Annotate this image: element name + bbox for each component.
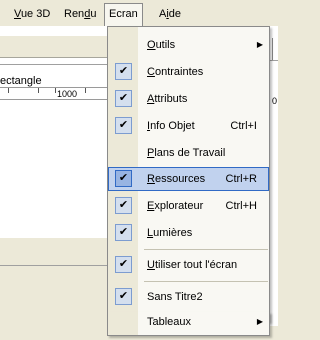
menu-gutter (108, 312, 138, 335)
right-canvas (270, 26, 278, 326)
menu-rendu[interactable]: Rendu (64, 6, 96, 22)
shortcut-label: Ctrl+H (225, 200, 257, 212)
menu-separator (144, 249, 268, 250)
checkmark-icon: ✔ (115, 288, 132, 305)
menu-item-label: Ressources (147, 173, 206, 185)
menu-item-tableaux-row[interactable]: Tableaux ▶ (107, 312, 270, 336)
lower-divider (0, 265, 108, 266)
ecran-dropdown-menu: Outils ▶ ✔ Contraintes ✔ Attributs ✔ Inf… (107, 26, 270, 322)
menu-item-plans-de-travail[interactable]: Plans de Travail (108, 141, 269, 165)
menu-item-label: Utiliser tout l'écran (147, 259, 238, 271)
menu-aide[interactable]: Aide (159, 6, 181, 22)
menu-ecran[interactable]: Ecran (104, 3, 143, 26)
checkmark-icon: ✔ (115, 197, 132, 214)
right-divider (270, 60, 278, 61)
menu-item-info-objet[interactable]: ✔ Info Objet Ctrl+I (108, 114, 269, 138)
menu-item-label: Sans Titre2 (147, 291, 203, 303)
menu-item-explorateur[interactable]: ✔ Explorateur Ctrl+H (108, 194, 269, 218)
ruler: 1000 (0, 87, 110, 100)
checkmark-icon: ✔ (115, 63, 132, 80)
tab-strip (0, 36, 110, 58)
ruler-label: 1000 (57, 89, 78, 99)
checkmark-icon: ✔ (115, 90, 132, 107)
divider (0, 64, 108, 65)
toolbar-area (0, 26, 108, 36)
right-edge (272, 38, 273, 60)
checkmark-icon: ✔ (115, 224, 132, 241)
menu-item-ressources[interactable]: ✔ Ressources Ctrl+R (108, 167, 269, 191)
menu-item-label: Contraintes (147, 66, 204, 78)
menu-item-label: Lumières (147, 227, 193, 239)
menu-separator (144, 281, 268, 282)
checkmark-icon: ✔ (115, 256, 132, 273)
submenu-arrow-icon: ▶ (256, 40, 263, 49)
submenu-arrow-icon: ▶ (256, 317, 263, 326)
menu-item-label: Outils (147, 39, 176, 51)
menu-item-label: Attributs (147, 93, 188, 105)
menu-item-outils[interactable]: Outils ▶ (108, 33, 269, 57)
menu-bar: Vue 3D Rendu Ecran Aide (0, 0, 278, 26)
checkmark-icon: ✔ (115, 170, 132, 187)
menu-item-lumieres[interactable]: ✔ Lumières (108, 221, 269, 245)
menu-item-label: Plans de Travail (147, 147, 226, 159)
rectangle-label: ectangle (0, 75, 42, 87)
menu-item-utiliser-tout-ecran[interactable]: ✔ Utiliser tout l'écran (108, 253, 269, 277)
menu-item-attributs[interactable]: ✔ Attributs (108, 87, 269, 111)
menu-item-label: Explorateur (147, 200, 204, 212)
ruler-label-right: 0 (272, 96, 278, 106)
menu-item-label: Tableaux (147, 316, 192, 328)
menu-vue-3d[interactable]: Vue 3D (14, 6, 50, 22)
checkmark-icon: ✔ (115, 117, 132, 134)
menu-item-contraintes[interactable]: ✔ Contraintes (108, 60, 269, 84)
menu-item-sans-titre2[interactable]: ✔ Sans Titre2 (108, 285, 269, 309)
menu-item-label: Info Objet (147, 120, 195, 132)
shortcut-label: Ctrl+R (225, 173, 257, 185)
shortcut-label: Ctrl+I (230, 120, 257, 132)
